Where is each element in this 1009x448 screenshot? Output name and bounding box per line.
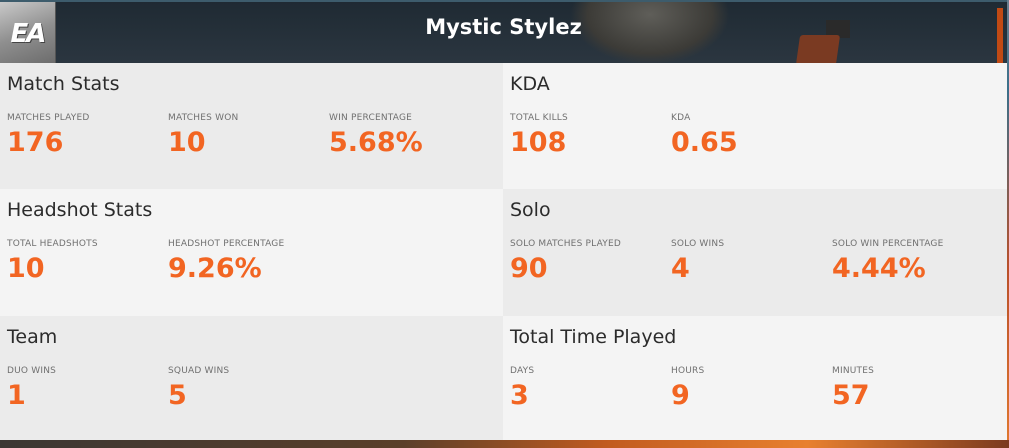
stat-value: 9.26% (168, 253, 262, 284)
stat-solo-wins: SOLO WINS 4 (671, 239, 832, 285)
stat-matches-played: MATCHES PLAYED 176 (7, 113, 168, 159)
stat-label: MINUTES (832, 366, 875, 376)
card-title: Match Stats (7, 73, 120, 95)
stat-value: 4.44% (832, 253, 926, 284)
stat-label: SOLO WIN PERCENTAGE (832, 239, 944, 249)
stat-label: WIN PERCENTAGE (329, 113, 413, 123)
stat-label: HOURS (671, 366, 705, 376)
card-solo: Solo SOLO MATCHES PLAYED 90 SOLO WINS 4 … (503, 189, 1007, 316)
page-title: Mystic Stylez (425, 15, 582, 39)
card-kda: KDA TOTAL KILLS 108 KDA 0.65 (503, 63, 1007, 189)
card-team: Team DUO WINS 1 SQUAD WINS 5 (0, 316, 503, 440)
stat-label: SQUAD WINS (168, 366, 230, 376)
stat-value: 10 (168, 127, 206, 158)
card-title: Total Time Played (510, 326, 677, 348)
stat-solo-matches-played: SOLO MATCHES PLAYED 90 (510, 239, 671, 285)
stat-row: DUO WINS 1 SQUAD WINS 5 (7, 366, 496, 412)
stat-label: HEADSHOT PERCENTAGE (168, 239, 285, 249)
stats-grid: Match Stats MATCHES PLAYED 176 MATCHES W… (0, 63, 1007, 440)
stat-value: 4 (671, 253, 690, 284)
card-match-stats: Match Stats MATCHES PLAYED 176 MATCHES W… (0, 63, 503, 189)
stat-label: SOLO MATCHES PLAYED (510, 239, 621, 249)
stat-label: SOLO WINS (671, 239, 725, 249)
stat-duo-wins: DUO WINS 1 (7, 366, 168, 412)
stat-squad-wins: SQUAD WINS 5 (168, 366, 329, 412)
stat-value: 57 (832, 380, 870, 411)
stat-value: 1 (7, 380, 26, 411)
header-bar: EA Mystic Stylez (0, 0, 1007, 65)
stat-value: 90 (510, 253, 548, 284)
stat-minutes: MINUTES 57 (832, 366, 993, 412)
stat-value: 0.65 (671, 127, 738, 158)
stat-value: 3 (510, 380, 529, 411)
rifle-art (795, 35, 841, 65)
stat-matches-won: MATCHES WON 10 (168, 113, 329, 159)
stat-solo-win-percentage: SOLO WIN PERCENTAGE 4.44% (832, 239, 993, 285)
stat-row: DAYS 3 HOURS 9 MINUTES 57 (510, 366, 1000, 412)
stat-win-percentage: WIN PERCENTAGE 5.68% (329, 113, 490, 159)
card-title: Solo (510, 199, 551, 221)
stat-headshot-percentage: HEADSHOT PERCENTAGE 9.26% (168, 239, 329, 285)
card-title: Headshot Stats (7, 199, 153, 221)
card-total-time-played: Total Time Played DAYS 3 HOURS 9 MINUTES… (503, 316, 1007, 440)
stat-row: TOTAL KILLS 108 KDA 0.65 (510, 113, 1000, 159)
stat-label: KDA (671, 113, 691, 123)
stat-row: MATCHES PLAYED 176 MATCHES WON 10 WIN PE… (7, 113, 496, 159)
stat-value: 5 (168, 380, 187, 411)
stat-value: 176 (7, 127, 64, 158)
stat-label: DUO WINS (7, 366, 57, 376)
card-title: Team (7, 326, 58, 348)
stat-row: SOLO MATCHES PLAYED 90 SOLO WINS 4 SOLO … (510, 239, 1000, 285)
stat-total-kills: TOTAL KILLS 108 (510, 113, 671, 159)
stat-total-headshots: TOTAL HEADSHOTS 10 (7, 239, 168, 285)
card-headshot-stats: Headshot Stats TOTAL HEADSHOTS 10 HEADSH… (0, 189, 503, 316)
stat-value: 108 (510, 127, 567, 158)
stat-kda: KDA 0.65 (671, 113, 832, 159)
stat-row: TOTAL HEADSHOTS 10 HEADSHOT PERCENTAGE 9… (7, 239, 496, 285)
background-art-bottom-edge (0, 440, 1009, 448)
stat-label: DAYS (510, 366, 535, 376)
stat-label: MATCHES PLAYED (7, 113, 90, 123)
stat-value: 5.68% (329, 127, 423, 158)
stat-value: 9 (671, 380, 690, 411)
stat-label: TOTAL HEADSHOTS (7, 239, 98, 249)
stat-label: MATCHES WON (168, 113, 239, 123)
card-title: KDA (510, 73, 550, 95)
stat-days: DAYS 3 (510, 366, 671, 412)
stat-value: 10 (7, 253, 45, 284)
stat-label: TOTAL KILLS (510, 113, 568, 123)
stat-hours: HOURS 9 (671, 366, 832, 412)
